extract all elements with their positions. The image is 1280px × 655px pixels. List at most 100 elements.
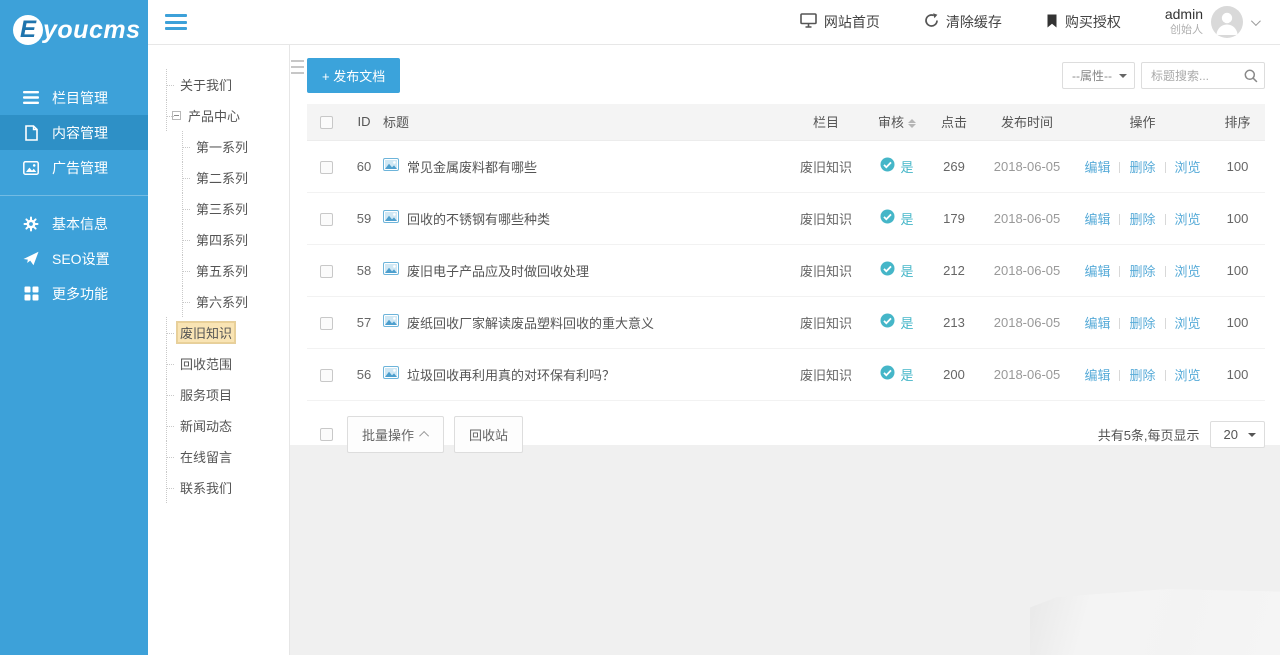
brand-logo[interactable]: E youcms xyxy=(0,0,148,60)
view-link[interactable]: 浏览 xyxy=(1175,212,1201,227)
user-name: admin xyxy=(1165,6,1203,24)
delete-link[interactable]: 删除 xyxy=(1129,368,1155,383)
buy-license-link[interactable]: 购买授权 xyxy=(1046,12,1121,32)
sidebar-divider xyxy=(0,195,148,196)
bookmark-icon xyxy=(1046,14,1058,31)
watermark xyxy=(1030,589,1280,655)
clear-cache-link[interactable]: 清除缓存 xyxy=(924,12,1002,32)
page-size-select[interactable]: 20 xyxy=(1210,421,1265,448)
edit-link[interactable]: 编辑 xyxy=(1084,368,1110,383)
check-circle-icon xyxy=(880,365,895,383)
tree-item-waste-knowledge[interactable]: 废旧知识 xyxy=(166,317,289,348)
row-clicks: 179 xyxy=(929,192,979,244)
sidebar-item-ad-manage[interactable]: 广告管理 xyxy=(0,150,148,185)
edit-link[interactable]: 编辑 xyxy=(1084,160,1110,175)
row-title-link[interactable]: 废纸回收厂家解读废品塑料回收的重大意义 xyxy=(407,313,654,332)
row-checkbox[interactable] xyxy=(320,317,333,330)
footer-select-all-checkbox[interactable] xyxy=(320,428,333,441)
menu-toggle-icon[interactable] xyxy=(165,14,187,30)
view-link[interactable]: 浏览 xyxy=(1175,368,1201,383)
sidebar-item-seo-settings[interactable]: SEO设置 xyxy=(0,241,148,276)
site-home-link[interactable]: 网站首页 xyxy=(800,12,880,32)
edit-link[interactable]: 编辑 xyxy=(1084,264,1110,279)
row-checkbox[interactable] xyxy=(320,213,333,226)
delete-link[interactable]: 删除 xyxy=(1129,264,1155,279)
check-circle-icon xyxy=(880,313,895,331)
search-input[interactable] xyxy=(1142,63,1238,88)
row-sort: 100 xyxy=(1210,244,1265,296)
check-circle-icon xyxy=(880,209,895,227)
delete-link[interactable]: 删除 xyxy=(1129,160,1155,175)
row-title-link[interactable]: 废旧电子产品应及时做回收处理 xyxy=(407,261,589,280)
tree-item-series-2[interactable]: 第二系列 xyxy=(182,162,289,193)
tree-item-contact[interactable]: 联系我们 xyxy=(166,472,289,503)
tree-item-recycle-scope[interactable]: 回收范围 xyxy=(166,348,289,379)
clear-cache-label: 清除缓存 xyxy=(946,12,1002,32)
collapse-toggle-icon[interactable] xyxy=(172,111,181,120)
batch-action-button[interactable]: 批量操作 xyxy=(347,416,444,453)
row-category: 废旧知识 xyxy=(787,140,865,192)
row-title-link[interactable]: 常见金属废料都有哪些 xyxy=(407,157,537,176)
sidebar-item-label: SEO设置 xyxy=(52,249,110,269)
col-audit[interactable]: 审核 xyxy=(865,104,929,140)
attribute-filter-select[interactable]: --属性-- xyxy=(1062,62,1135,89)
row-date: 2018-06-05 xyxy=(979,140,1075,192)
tree-item-series-4[interactable]: 第四系列 xyxy=(182,224,289,255)
sidebar-item-content-manage[interactable]: 内容管理 xyxy=(0,115,148,150)
view-link[interactable]: 浏览 xyxy=(1175,160,1201,175)
tree-item-series-6[interactable]: 第六系列 xyxy=(182,286,289,317)
sidebar-collapse-handle[interactable] xyxy=(291,60,304,74)
row-checkbox[interactable] xyxy=(320,265,333,278)
row-title-link[interactable]: 垃圾回收再利用真的对环保有利吗？ xyxy=(407,365,615,384)
search-icon[interactable] xyxy=(1244,69,1258,88)
row-clicks: 200 xyxy=(929,348,979,400)
tree-item-news[interactable]: 新闻动态 xyxy=(166,410,289,441)
publish-document-button[interactable]: + 发布文档 xyxy=(307,58,400,93)
row-id: 59 xyxy=(345,192,383,244)
row-date: 2018-06-05 xyxy=(979,192,1075,244)
sidebar-item-label: 基本信息 xyxy=(52,214,108,234)
caret-down-icon xyxy=(1119,74,1127,82)
tree-item-series-3[interactable]: 第三系列 xyxy=(182,193,289,224)
chevron-down-icon xyxy=(1251,16,1261,26)
sidebar-item-more-features[interactable]: 更多功能 xyxy=(0,276,148,311)
audit-status: 是 xyxy=(900,261,913,280)
table-row: 56 垃圾回收再利用真的对环保有利吗？ 废旧知识 是 200 2018-06-0… xyxy=(307,348,1265,400)
tree-item-series-1[interactable]: 第一系列 xyxy=(182,131,289,162)
user-meta: admin 创始人 xyxy=(1165,6,1203,37)
row-checkbox[interactable] xyxy=(320,161,333,174)
main-sidebar: E youcms 栏目管理 内容管理 广告管理 xyxy=(0,0,148,655)
view-link[interactable]: 浏览 xyxy=(1175,264,1201,279)
tree-item-services[interactable]: 服务项目 xyxy=(166,379,289,410)
delete-link[interactable]: 删除 xyxy=(1129,316,1155,331)
tree-item-guestbook[interactable]: 在线留言 xyxy=(166,441,289,472)
recycle-bin-button[interactable]: 回收站 xyxy=(454,416,523,453)
monitor-icon xyxy=(800,13,817,31)
sidebar-item-column-manage[interactable]: 栏目管理 xyxy=(0,80,148,115)
tree-item-about[interactable]: 关于我们 xyxy=(166,69,289,100)
row-title-link[interactable]: 回收的不锈钢有哪些种类 xyxy=(407,209,550,228)
edit-link[interactable]: 编辑 xyxy=(1084,212,1110,227)
row-id: 60 xyxy=(345,140,383,192)
logo-initial: E xyxy=(13,15,43,45)
row-category: 废旧知识 xyxy=(787,348,865,400)
sidebar-item-basic-info[interactable]: 基本信息 xyxy=(0,206,148,241)
check-circle-icon xyxy=(880,157,895,175)
delete-link[interactable]: 删除 xyxy=(1129,212,1155,227)
edit-link[interactable]: 编辑 xyxy=(1084,316,1110,331)
view-link[interactable]: 浏览 xyxy=(1175,316,1201,331)
audit-status: 是 xyxy=(900,313,913,332)
row-checkbox[interactable] xyxy=(320,369,333,382)
document-icon xyxy=(23,125,39,141)
table-header-row: ID 标题 栏目 审核 点击 发布时间 操作 排序 xyxy=(307,104,1265,140)
tree-item-series-5[interactable]: 第五系列 xyxy=(182,255,289,286)
sort-icon[interactable] xyxy=(908,115,916,132)
thumbnail-icon xyxy=(383,158,399,174)
audit-status: 是 xyxy=(900,209,913,228)
select-all-checkbox[interactable] xyxy=(320,116,333,129)
sidebar-menu: 栏目管理 内容管理 广告管理 基本信息 xyxy=(0,80,148,311)
buy-license-label: 购买授权 xyxy=(1065,12,1121,32)
user-menu[interactable]: admin 创始人 xyxy=(1165,6,1258,38)
app-window: E youcms 栏目管理 内容管理 广告管理 xyxy=(0,0,1280,655)
tree-item-products[interactable]: 产品中心 xyxy=(166,100,289,131)
